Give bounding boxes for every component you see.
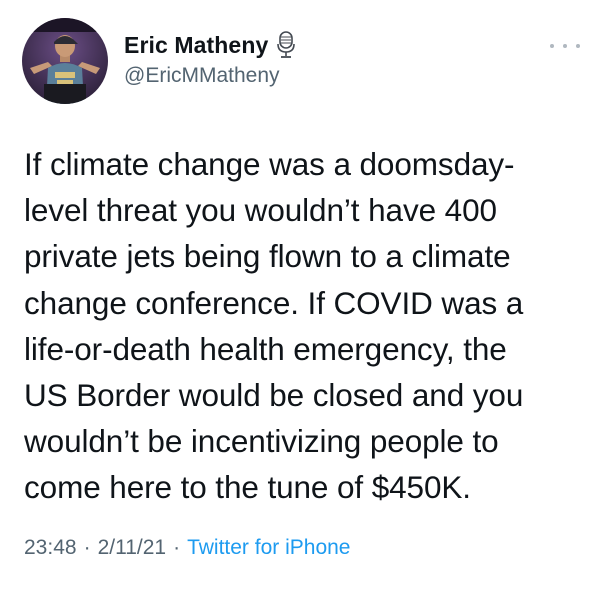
tweet-text-line: If climate change was a doomsday- [24, 146, 515, 182]
user-handle[interactable]: @EricMMatheny [124, 64, 280, 88]
avatar[interactable] [22, 18, 108, 104]
tweet-time[interactable]: 23:48 [24, 536, 77, 560]
dot [563, 44, 567, 48]
meta-separator: · [83, 536, 91, 559]
tweet-date[interactable]: 2/11/21 [98, 536, 167, 560]
display-name[interactable]: Eric Matheny [124, 32, 268, 59]
tweet-meta: 23:48 · 2/11/21 · Twitter for iPhone [24, 536, 350, 560]
tweet-text-line: change conference. If COVID was a [24, 284, 524, 321]
tweet-text: If climate change was a doomsday- level … [24, 141, 584, 511]
tweet-text-line: US Border would be closed and you [24, 377, 524, 414]
author-name-row: Eric Matheny [124, 30, 296, 60]
tweet-text-line: life-or-death health emergency, the [24, 330, 507, 367]
dot [550, 44, 554, 48]
tweet-text-line: come here to the tune of $450K. [24, 469, 471, 506]
tweet-text-line: wouldn’t be incentivizing people to [24, 423, 499, 460]
microphone-icon [276, 31, 296, 59]
tweet-text-line: level threat you wouldn’t have 400 [24, 192, 497, 229]
meta-separator: · [173, 536, 181, 559]
more-options-icon[interactable] [550, 38, 580, 54]
tweet-source-link[interactable]: Twitter for iPhone [187, 536, 350, 560]
profile-photo-icon [22, 18, 108, 104]
tweet-text-line: private jets being flown to a climate [24, 238, 511, 275]
tweet-card: Eric Matheny @EricMMatheny If climate ch… [0, 0, 600, 600]
dot [576, 44, 580, 48]
